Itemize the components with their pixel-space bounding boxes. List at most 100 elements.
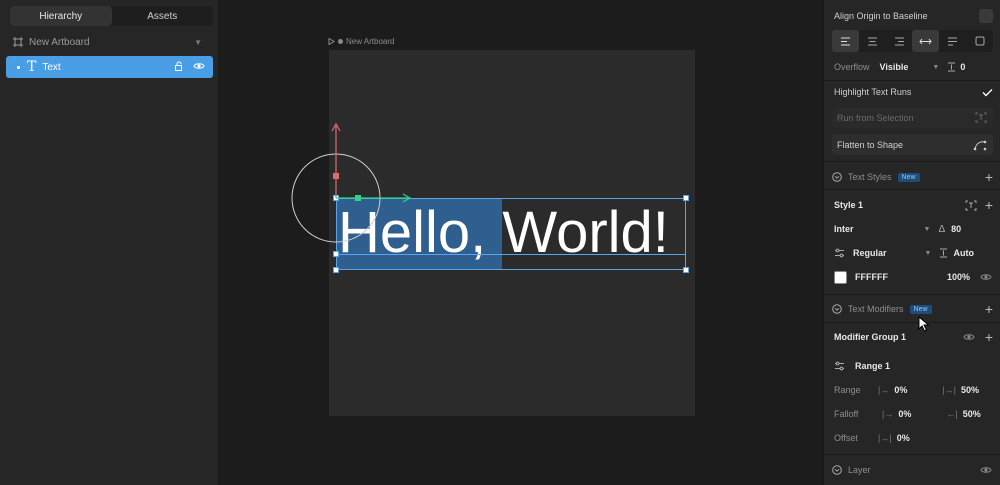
falloff-label: Falloff xyxy=(834,409,859,419)
overflow-number[interactable]: 0 xyxy=(960,62,965,72)
artboard-title-text: New Artboard xyxy=(346,37,395,46)
chevron-down-icon[interactable]: ▼ xyxy=(924,226,931,233)
offset-icon: |↔| xyxy=(878,433,892,443)
color-hex-input[interactable]: FFFFFF xyxy=(855,272,888,282)
eye-icon[interactable] xyxy=(963,332,975,342)
record-icon[interactable] xyxy=(338,39,343,44)
offset-input[interactable]: 0% xyxy=(897,433,910,443)
divider xyxy=(824,189,1000,190)
resize-handle-bottom-right[interactable] xyxy=(683,267,689,273)
layer-name: Text xyxy=(42,61,61,73)
font-row: Inter ▼ Δ 80 xyxy=(824,222,1000,236)
align-origin-row: Align Origin to Baseline xyxy=(824,9,1000,23)
artboard-name: New Artboard xyxy=(29,36,90,48)
range-start-icon: |↔ xyxy=(878,385,890,395)
font-family-select[interactable]: Inter xyxy=(834,224,854,234)
vertical-spacing-icon xyxy=(947,62,956,72)
resize-handle-bottom-left[interactable] xyxy=(333,267,339,273)
sliders-icon[interactable] xyxy=(834,248,845,258)
align-origin-toggle[interactable] xyxy=(979,9,993,23)
sliders-icon[interactable] xyxy=(834,361,845,371)
highlight-runs-row: Highlight Text Runs xyxy=(824,85,1000,99)
eye-icon[interactable] xyxy=(980,465,992,475)
add-text-style-icon[interactable]: + xyxy=(985,170,993,184)
collapse-icon[interactable] xyxy=(832,304,842,314)
divider xyxy=(824,454,1000,455)
text-frame-icon xyxy=(975,112,987,123)
style-1-row[interactable]: Style 1 + xyxy=(824,198,1000,212)
overflow-row: Overflow Visible ▼ 0 xyxy=(824,60,1000,74)
line-height-input[interactable]: Auto xyxy=(953,248,974,258)
new-badge: New xyxy=(897,172,920,182)
align-right-button[interactable] xyxy=(886,30,913,52)
flatten-label: Flatten to Shape xyxy=(837,139,904,150)
modifier-group-row[interactable]: Modifier Group 1 + xyxy=(824,330,1000,344)
add-style-property-icon[interactable]: + xyxy=(985,198,993,212)
text-frame-icon[interactable] xyxy=(965,200,977,211)
chevron-down-icon[interactable]: ▼ xyxy=(932,64,939,71)
artboard-title[interactable]: New Artboard xyxy=(328,37,394,46)
range-start-input[interactable]: 0% xyxy=(894,385,942,395)
layer-title: Layer xyxy=(848,465,871,475)
align-center-button[interactable] xyxy=(859,30,886,52)
add-modifier-icon[interactable]: + xyxy=(985,302,993,316)
hierarchy-artboard-item[interactable]: New Artboard ▼ xyxy=(12,34,202,50)
checkmark-icon[interactable] xyxy=(982,88,993,97)
resize-handle-middle-left[interactable] xyxy=(333,251,339,257)
range-name: Range 1 xyxy=(855,361,891,371)
layer-item-text[interactable]: T Text xyxy=(6,56,213,78)
tab-hierarchy[interactable]: Hierarchy xyxy=(10,6,112,26)
run-from-selection-button[interactable]: Run from Selection xyxy=(832,107,993,128)
color-swatch[interactable] xyxy=(834,270,847,284)
align-right-icon xyxy=(894,37,904,45)
play-icon[interactable] xyxy=(328,38,335,45)
fixed-size-button[interactable] xyxy=(966,30,993,52)
flatten-to-shape-button[interactable]: Flatten to Shape xyxy=(832,134,993,155)
overflow-select[interactable]: Visible xyxy=(880,62,909,72)
weight-row: Regular ▼ Auto xyxy=(824,246,1000,260)
range-end-input[interactable]: 50% xyxy=(961,385,979,395)
offset-label: Offset xyxy=(834,433,858,443)
text-styles-title: Text Styles xyxy=(848,172,892,182)
opacity-input[interactable]: 100% xyxy=(947,272,970,282)
panel-tabs: Hierarchy Assets xyxy=(10,6,213,26)
fixed-width-button[interactable] xyxy=(939,30,966,52)
eye-icon[interactable] xyxy=(193,61,205,74)
text-layer-icon: T xyxy=(27,59,37,75)
range-1-row[interactable]: Range 1 xyxy=(824,359,1000,373)
text-bounding-box[interactable] xyxy=(336,198,686,270)
properties-panel: Align Origin to Baseline Overflow Visibl… xyxy=(823,0,1000,485)
align-left-button[interactable] xyxy=(832,30,859,52)
divider xyxy=(824,322,1000,323)
text-modifiers-title: Text Modifiers xyxy=(848,304,904,314)
resize-handle-top-right[interactable] xyxy=(683,195,689,201)
collapse-icon[interactable] xyxy=(832,172,842,182)
hierarchy-panel: Hierarchy Assets New Artboard ▼ T Text xyxy=(0,0,219,485)
modifier-group-name: Modifier Group 1 xyxy=(834,332,906,342)
falloff-end-input[interactable]: 50% xyxy=(963,409,981,419)
chevron-down-icon[interactable]: ▼ xyxy=(194,38,202,47)
font-size-input[interactable]: 80 xyxy=(951,224,961,234)
chevron-down-icon[interactable]: ▼ xyxy=(925,250,932,257)
eye-icon[interactable] xyxy=(980,272,992,282)
text-align-buttons xyxy=(832,30,993,52)
divider xyxy=(824,80,1000,81)
divider xyxy=(824,294,1000,295)
box-icon xyxy=(975,36,985,46)
auto-width-button[interactable] xyxy=(912,30,940,52)
line-height-icon xyxy=(939,248,948,258)
style-name: Style 1 xyxy=(834,200,864,210)
falloff-start-input[interactable]: 0% xyxy=(898,409,946,419)
range-values-row: Range |↔ 0% |↔| 50% xyxy=(824,383,1000,397)
bezier-icon xyxy=(973,139,987,151)
range-label: Range xyxy=(834,385,861,395)
unlock-icon[interactable] xyxy=(174,61,184,74)
collapse-icon[interactable] xyxy=(832,465,842,475)
falloff-start-icon: |→ xyxy=(882,409,894,419)
bullet-icon xyxy=(17,65,20,69)
offset-row: Offset |↔| 0% xyxy=(824,431,1000,445)
font-weight-select[interactable]: Regular xyxy=(853,248,887,258)
resize-handle-top-left[interactable] xyxy=(333,195,339,201)
add-range-icon[interactable]: + xyxy=(985,330,993,344)
tab-assets[interactable]: Assets xyxy=(112,6,214,26)
